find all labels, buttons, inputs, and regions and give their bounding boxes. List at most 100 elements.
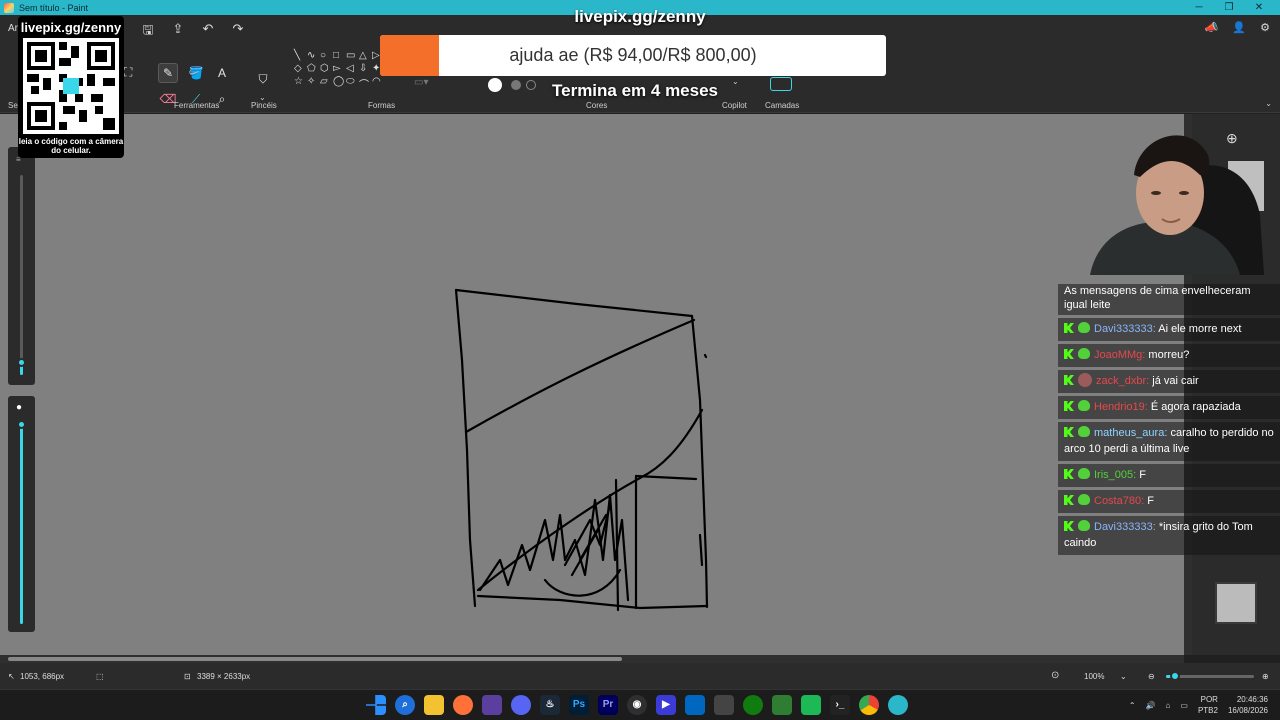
announce-icon[interactable]: 📣 (1205, 21, 1219, 34)
shapes-gallery[interactable]: ╲ ∿ ○ □ ▭ △ ▷ ◇ ⬠ ⬡ ▻ ◁ ⇩ ✦ ☆ ✧ ▱ ◯ ⬭ ⌒ ◠ (294, 50, 384, 91)
color-swatch-white[interactable] (488, 78, 502, 92)
ribbon-collapse-icon[interactable]: ⌄ (1265, 99, 1272, 108)
search-icon[interactable]: ⌕ (395, 695, 415, 715)
shape-option-20[interactable]: ◠ (372, 76, 385, 91)
redo-icon[interactable]: ↷ (230, 21, 246, 43)
clock[interactable]: 20:46:36 16/08/2026 (1228, 694, 1268, 716)
minimize-button[interactable]: ─ (1184, 0, 1214, 15)
opacity-slider[interactable]: ● (8, 396, 35, 632)
chat-username[interactable]: Davi333333: (1094, 521, 1156, 533)
canvas-size: 3389 × 2633px (197, 672, 251, 681)
chat-username[interactable]: Davi333333: (1094, 323, 1156, 335)
save-icon[interactable]: 🖫 (140, 21, 156, 43)
chat-message: Davi333333: *insira grito do Tom caindo (1058, 516, 1280, 555)
tray-chevron-icon[interactable]: ⌃ (1129, 701, 1136, 710)
drawing-canvas[interactable] (0, 114, 1184, 655)
horizontal-scroll-thumb[interactable] (8, 657, 622, 661)
shape-option-4[interactable]: ▭ (346, 50, 359, 61)
spotify-like-icon[interactable] (801, 695, 821, 715)
share-icon[interactable]: ⇪ (170, 21, 186, 43)
app-blue-icon[interactable] (685, 695, 705, 715)
zoom-dropdown-icon[interactable]: ⌄ (1120, 672, 1127, 681)
fill-style-icon[interactable]: ▭▾ (414, 77, 428, 88)
photoshop-icon[interactable]: Ps (569, 695, 589, 715)
opacity-thumb[interactable] (17, 420, 26, 429)
shape-option-12[interactable]: ⇩ (359, 63, 372, 74)
app-dark-icon[interactable] (714, 695, 734, 715)
premiere-icon[interactable]: Pr (598, 695, 618, 715)
volume-icon[interactable]: 🔊 (1146, 701, 1156, 710)
chat-username[interactable]: Iris_005: (1094, 469, 1136, 481)
brush-size-thumb[interactable] (17, 358, 26, 367)
chat-text: F (1144, 495, 1154, 507)
chat-username[interactable]: zack_dxbr: (1096, 375, 1149, 387)
steam-icon[interactable]: ♨ (540, 695, 560, 715)
shape-option-0[interactable]: ╲ (294, 50, 307, 61)
shape-option-18[interactable]: ⬭ (346, 76, 359, 91)
kick-badge-icon (1064, 349, 1074, 359)
file-menu[interactable]: Ar (8, 23, 18, 34)
zoom-out-icon[interactable]: ⊖ (1148, 672, 1155, 681)
fit-to-window-icon[interactable]: ⊙ (1051, 670, 1059, 681)
fill-bucket-tool[interactable]: 🪣 (186, 63, 206, 83)
chat-username[interactable]: matheus_aura: (1094, 427, 1167, 439)
app-purple-icon[interactable] (482, 695, 502, 715)
paint-taskbar-icon[interactable] (888, 695, 908, 715)
undo-icon[interactable]: ↶ (200, 21, 216, 43)
pencil-tool[interactable]: ✎ (158, 63, 178, 83)
crop-icon[interactable]: ⛶ (124, 65, 132, 80)
shape-option-9[interactable]: ⬡ (320, 63, 333, 74)
close-button[interactable]: ✕ (1244, 0, 1274, 15)
account-icon[interactable]: 👤 (1232, 21, 1246, 34)
zoom-in-icon[interactable]: ⊕ (1262, 672, 1269, 681)
keyboard-language[interactable]: POR PTB2 (1198, 694, 1218, 716)
terminal-icon[interactable]: ›_ (830, 695, 850, 715)
chat-username[interactable]: JoaoMMg: (1094, 349, 1145, 361)
shape-option-3[interactable]: □ (333, 50, 346, 61)
obs-icon[interactable]: ◉ (627, 695, 647, 715)
shape-option-15[interactable]: ✧ (307, 76, 320, 91)
shape-option-7[interactable]: ◇ (294, 63, 307, 74)
start-icon[interactable] (366, 695, 386, 715)
flame-strokes (478, 493, 630, 602)
battery-icon[interactable]: ▭ (1180, 701, 1188, 710)
firefox-icon[interactable] (453, 695, 473, 715)
discord-icon[interactable] (511, 695, 531, 715)
chat-username[interactable]: Hendrio19: (1094, 401, 1148, 413)
zoom-slider-thumb[interactable] (1169, 671, 1180, 681)
brush-size-slider[interactable]: ≡ (8, 147, 35, 385)
brush-icon[interactable]: ⛉ (253, 69, 273, 89)
shape-option-8[interactable]: ⬠ (307, 63, 320, 74)
stream-chat: As mensagens de cima envelheceram igual … (1058, 284, 1280, 558)
shape-option-1[interactable]: ∿ (307, 50, 320, 61)
shape-option-2[interactable]: ○ (320, 50, 333, 61)
shape-option-10[interactable]: ▻ (333, 63, 346, 74)
color-swatch-gray[interactable] (511, 80, 521, 90)
media-player-icon[interactable]: ▶ (656, 695, 676, 715)
file-explorer-icon[interactable] (424, 695, 444, 715)
zoom-level[interactable]: 100% (1084, 672, 1104, 681)
color-swatch-outline[interactable] (526, 80, 536, 90)
maximize-button[interactable]: ❐ (1214, 0, 1244, 15)
shape-option-19[interactable]: ⌒ (359, 76, 372, 91)
settings-icon[interactable]: ⚙ (1260, 21, 1270, 34)
paint-app-icon (4, 2, 14, 13)
copilot-dropdown-icon[interactable]: ⌄ (732, 77, 739, 86)
horizontal-scrollbar[interactable] (0, 655, 1184, 663)
app-green-icon[interactable] (772, 695, 792, 715)
text-tool[interactable]: A (212, 63, 232, 83)
tools-group-label: Ferramentas (174, 101, 220, 110)
shape-option-5[interactable]: △ (359, 50, 372, 61)
shape-option-17[interactable]: ◯ (333, 76, 346, 91)
chat-username[interactable]: Costa780: (1094, 495, 1144, 507)
xbox-icon[interactable] (743, 695, 763, 715)
shape-option-11[interactable]: ◁ (346, 63, 359, 74)
layers-icon[interactable] (770, 77, 792, 91)
layer-thumbnail[interactable] (1215, 582, 1257, 624)
color-swatches[interactable] (488, 78, 536, 92)
chat-message: Iris_005: F (1058, 464, 1280, 487)
shape-option-14[interactable]: ☆ (294, 76, 307, 91)
network-icon[interactable]: ⌂ (1166, 701, 1171, 710)
shape-option-16[interactable]: ▱ (320, 76, 333, 91)
chrome-icon[interactable] (859, 695, 879, 715)
